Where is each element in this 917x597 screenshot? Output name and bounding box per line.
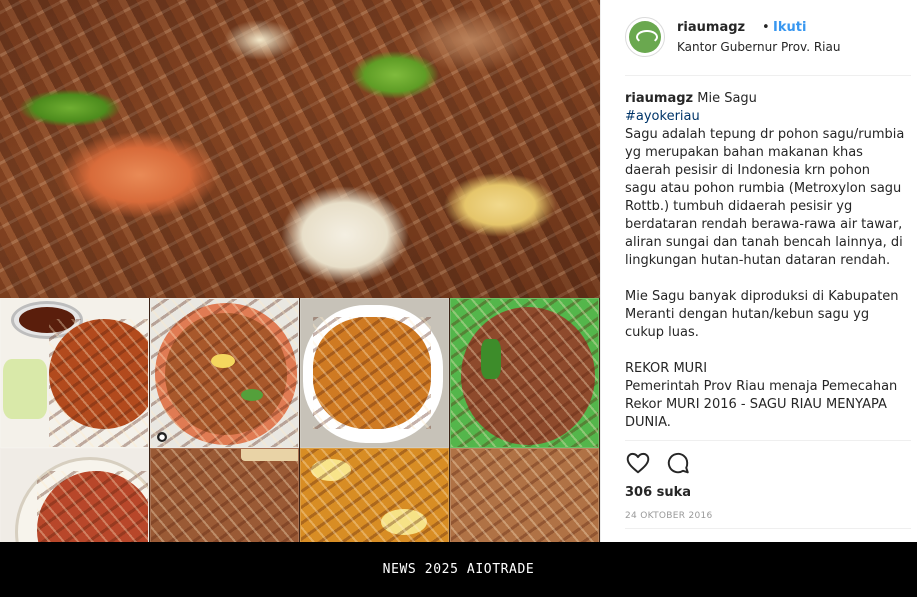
post-photo[interactable]: ● — [0, 0, 600, 542]
collage-tile-7 — [300, 448, 449, 542]
author-username[interactable]: riaumagz — [677, 20, 745, 35]
watermark-bar: NEWS 2025 AIOTRADE — [0, 542, 917, 597]
likes-count[interactable]: 306 suka — [625, 485, 691, 500]
caption-body: Sagu adalah tepung dr pohon sagu/rumbia … — [625, 127, 905, 430]
hero-food-image — [0, 0, 600, 298]
bottom-divider — [625, 528, 911, 529]
collage-tile-3 — [300, 298, 449, 448]
watermark-text: NEWS 2025 AIOTRADE — [382, 562, 535, 577]
post-caption: riaumagz Mie Sagu #ayokeriau Sagu adalah… — [625, 90, 905, 432]
hashtag-link[interactable]: #ayokeriau — [625, 108, 905, 126]
photo-collage-grid: ● — [0, 298, 600, 542]
post-date: 24 OKTOBER 2016 — [625, 511, 713, 521]
post-details-panel: riaumagz • Ikuti Kantor Gubernur Prov. R… — [600, 0, 917, 542]
riau-magz-logo-icon[interactable] — [625, 17, 665, 57]
post-header: riaumagz • Ikuti Kantor Gubernur Prov. R… — [625, 16, 911, 76]
actions-divider — [625, 440, 911, 441]
collage-tile-5 — [0, 448, 149, 542]
collage-tile-4 — [450, 298, 599, 448]
collage-tile-2 — [150, 298, 299, 448]
collage-tile-8 — [450, 448, 599, 542]
collage-tile-1 — [0, 298, 149, 448]
separator-dot: • — [762, 20, 770, 35]
collage-tile-6 — [150, 448, 299, 542]
caption-title: Mie Sagu — [697, 91, 757, 106]
caption-username[interactable]: riaumagz — [625, 91, 693, 106]
follow-button[interactable]: Ikuti — [773, 20, 806, 35]
comment-bubble-icon[interactable] — [665, 450, 693, 478]
heart-icon[interactable] — [625, 450, 653, 478]
location-link[interactable]: Kantor Gubernur Prov. Riau — [677, 40, 840, 54]
user-tag-icon[interactable]: ● — [157, 432, 167, 442]
